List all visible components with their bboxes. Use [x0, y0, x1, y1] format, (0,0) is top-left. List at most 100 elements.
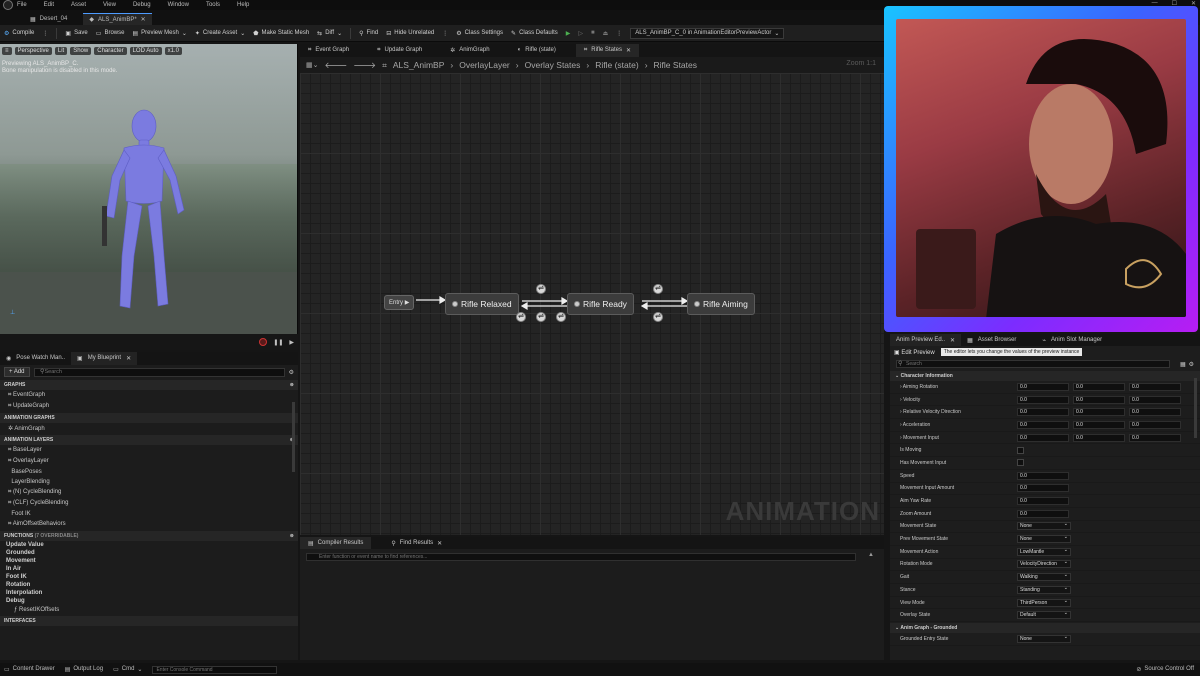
list-item[interactable]: ⌗ EventGraph [0, 390, 298, 401]
enum-dropdown[interactable]: Standing [1017, 585, 1071, 594]
tab-pose-watch-manager[interactable]: ◉ Pose Watch Man.. [0, 352, 71, 365]
menu-edit[interactable]: Edit [44, 2, 54, 8]
add-function-icon[interactable]: ⊕ [290, 533, 294, 539]
diff-button[interactable]: ⇆ Diff ⌄ [317, 30, 342, 37]
vector-component-input[interactable]: 0.0 [1129, 433, 1181, 442]
menu-window[interactable]: Window [168, 2, 189, 8]
list-item[interactable]: BasePoses [0, 467, 298, 477]
lit-button[interactable]: Lit [54, 47, 68, 55]
transition-rule-icon[interactable]: ⇌ [536, 312, 546, 322]
float-input[interactable]: 0.0 [1017, 471, 1069, 480]
details-search-input[interactable] [896, 360, 1170, 368]
forward-arrow-icon[interactable]: 🡒 [353, 60, 376, 71]
section-animation-graphs[interactable]: ANIMATION GRAPHS [0, 413, 298, 423]
vector-component-input[interactable]: 0.0 [1017, 395, 1069, 404]
step-button[interactable]: ▷ [578, 30, 583, 37]
tab-anim-preview-editor[interactable]: Anim Preview Ed.. ✕ [890, 334, 962, 346]
play-button[interactable]: ▶ [566, 30, 571, 37]
tab-my-blueprint[interactable]: ▣ My Blueprint ✕ [71, 352, 138, 365]
section-animation-layers[interactable]: ANIMATION LAYERS⊕ [0, 435, 298, 445]
vector-component-input[interactable]: 0.0 [1129, 420, 1181, 429]
breadcrumb-item[interactable]: OverlayLayer [459, 60, 510, 70]
transition-rule-icon[interactable]: ⇌ [536, 284, 546, 294]
list-item[interactable]: ƒ ResetIKOffsets [0, 605, 298, 615]
stop-button[interactable]: ■ [591, 30, 595, 36]
close-icon[interactable]: ✕ [626, 47, 631, 54]
list-item[interactable]: ⌗ UpdateGraph [0, 401, 298, 412]
compile-options-button[interactable]: ⋮ [42, 30, 48, 37]
list-item[interactable]: ⌗ BaseLayer [0, 445, 298, 456]
state-rifle-ready[interactable]: Rifle Ready [567, 293, 634, 315]
section-functions[interactable]: FUNCTIONS (7 OVERRIDABLE) ⊕ [0, 531, 298, 541]
enum-dropdown[interactable]: Walking [1017, 572, 1071, 582]
unreal-logo-icon[interactable] [3, 0, 13, 10]
property-checkbox[interactable] [1017, 459, 1024, 467]
list-item[interactable]: Foot IK [0, 509, 298, 519]
vector-component-input[interactable]: 0.0 [1073, 408, 1125, 417]
float-input[interactable]: 0.0 [1017, 484, 1069, 493]
close-icon[interactable]: ✕ [437, 540, 442, 547]
vector-component-input[interactable]: 0.0 [1017, 433, 1069, 442]
scrollbar[interactable] [292, 402, 295, 472]
enum-dropdown[interactable]: ThirdPerson [1017, 598, 1071, 607]
enum-dropdown[interactable]: None [1017, 634, 1071, 643]
property-checkbox[interactable] [1017, 446, 1024, 454]
vector-component-input[interactable]: 0.0 [1129, 382, 1181, 391]
entry-node[interactable]: Entry ▶ [384, 295, 415, 310]
function-category[interactable]: Foot IK [0, 573, 298, 581]
gear-icon[interactable]: ⚙ [1189, 361, 1194, 368]
vector-component-input[interactable]: 0.0 [1073, 382, 1125, 391]
list-item[interactable]: ⌗ (N) CycleBlending [0, 487, 298, 498]
tab-anim-graph[interactable]: ✲ AnimGraph [442, 44, 497, 57]
content-drawer-button[interactable]: ▭ Content Drawer [4, 666, 55, 673]
section-anim-graph-grounded[interactable]: ⌄ Anim Graph - Grounded [890, 623, 1200, 634]
expand-arrow-icon[interactable]: › [900, 384, 902, 390]
transition-rule-icon[interactable]: ⇌ [653, 312, 663, 322]
tab-compiler-results[interactable]: ▤ Compiler Results [300, 537, 372, 549]
tab-find-results[interactable]: ⚲ Find Results ✕ [383, 537, 450, 549]
state-machine-graph[interactable]: Entry ▶ Rifle Relaxed Rifle Ready Rifle … [300, 73, 884, 535]
history-menu-icon[interactable]: ▦⌄ [306, 61, 318, 69]
vector-component-input[interactable]: 0.0 [1129, 395, 1181, 404]
state-rifle-aiming[interactable]: Rifle Aiming [687, 293, 755, 315]
character-button[interactable]: Character [94, 47, 127, 55]
tab-rifle-states[interactable]: ⌗ Rifle States ✕ [575, 44, 639, 57]
breadcrumb-item[interactable]: Overlay States [525, 60, 581, 70]
vector-component-input[interactable]: 0.0 [1017, 408, 1069, 417]
menu-help[interactable]: Help [237, 2, 249, 8]
menu-debug[interactable]: Debug [133, 2, 151, 8]
compile-button[interactable]: ⚙ Compile [4, 30, 34, 37]
console-input[interactable] [152, 665, 278, 674]
speed-button[interactable]: x1.0 [164, 47, 182, 55]
next-frame-button[interactable]: ▶ [289, 339, 294, 346]
show-button[interactable]: Show [70, 47, 92, 55]
state-rifle-relaxed[interactable]: Rifle Relaxed [445, 293, 519, 315]
search-input[interactable] [33, 367, 285, 377]
transition-rule-icon[interactable]: ⇌ [516, 312, 526, 322]
vector-component-input[interactable]: 0.0 [1017, 420, 1069, 429]
record-button[interactable] [259, 338, 268, 346]
hide-unrelated-button[interactable]: ⊟ Hide Unrelated [386, 30, 434, 37]
list-item[interactable]: ⌗ AimOffsetBehaviors [0, 519, 298, 530]
function-category[interactable]: Grounded [0, 549, 298, 557]
close-icon[interactable]: ✕ [126, 355, 131, 362]
transition-rule-icon[interactable]: ⇌ [653, 284, 663, 294]
add-graph-icon[interactable]: ⊕ [290, 382, 294, 388]
perspective-button[interactable]: Perspective [14, 47, 52, 55]
breadcrumb-item[interactable]: Rifle (state) [595, 60, 638, 70]
close-icon[interactable]: ✕ [141, 16, 146, 23]
tab-anim-slot-manager[interactable]: ⌁ Anim Slot Manager [1036, 334, 1108, 346]
breadcrumb-item[interactable]: ALS_AnimBP [393, 60, 445, 70]
function-category[interactable]: Movement [0, 557, 298, 565]
close-icon[interactable]: ✕ [950, 337, 955, 344]
play-options-button[interactable]: ⋮ [616, 30, 622, 37]
section-graphs[interactable]: GRAPHS ⊕ [0, 380, 298, 390]
vector-component-input[interactable]: 0.0 [1129, 408, 1181, 417]
list-item[interactable]: ⌗ OverlayLayer [0, 456, 298, 467]
expand-arrow-icon[interactable]: › [900, 435, 902, 441]
section-interfaces[interactable]: INTERFACES [0, 616, 298, 626]
source-control-button[interactable]: ⊘ Source Control Off [1136, 666, 1194, 673]
scrollbar[interactable] [1194, 378, 1197, 438]
tab-desert[interactable]: ▦ Desert_04 [24, 13, 73, 25]
edit-preview-button[interactable]: ▣ Edit Preview [894, 349, 935, 356]
